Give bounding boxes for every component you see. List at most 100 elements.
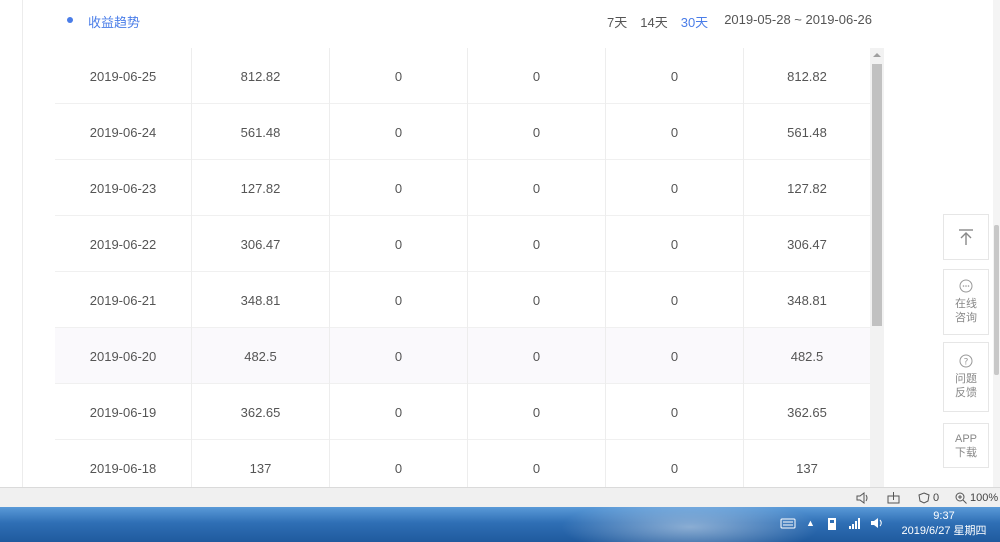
cell-date: 2019-06-19 <box>55 384 192 440</box>
range-14-days[interactable]: 14天 <box>640 12 667 31</box>
table-row: 2019-06-19 362.65 0 0 0 362.65 <box>55 384 870 440</box>
clock-date: 2019/6/27 星期四 <box>901 525 987 537</box>
show-hidden-icons-icon[interactable]: ▲ <box>806 518 815 532</box>
page-scrollbar-thumb[interactable] <box>994 225 999 375</box>
cell-value: 0 <box>606 160 744 216</box>
windows-taskbar: ▲ 9:37 2019/6/27 星期四 <box>0 507 1000 542</box>
zoom-control[interactable]: 100% <box>955 491 998 505</box>
cell-value: 0 <box>468 272 606 328</box>
feedback-label-line2: 反馈 <box>955 387 977 399</box>
table-row: 2019-06-25 812.82 0 0 0 812.82 <box>55 48 870 104</box>
range-selector: 7天 14天 30天 2019-05-28 ~ 2019-06-26 <box>607 12 872 31</box>
cell-value: 0 <box>606 440 744 487</box>
cell-value: 0 <box>606 328 744 384</box>
cell-value: 0 <box>468 48 606 104</box>
keyboard-icon[interactable] <box>780 517 796 531</box>
table-row: 2019-06-18 137 0 0 0 137 <box>55 440 870 487</box>
cell-value: 0 <box>468 216 606 272</box>
app-download-button[interactable]: APP 下载 <box>943 423 989 468</box>
zoom-level: 100% <box>970 492 999 504</box>
chat-label-line1: 在线 <box>955 298 977 310</box>
cell-total: 482.5 <box>790 348 824 364</box>
online-consult-button[interactable]: 在线 咨询 <box>943 269 989 335</box>
table-scrollbar[interactable] <box>870 48 884 487</box>
page-content: 收益趋势 7天 14天 30天 2019-05-28 ~ 2019-06-26 … <box>0 0 1000 487</box>
cell-date: 2019-06-18 <box>55 440 192 487</box>
cell-value: 0 <box>468 160 606 216</box>
adblock-shield-icon <box>918 492 930 504</box>
clock-time: 9:37 <box>933 510 955 522</box>
cell-value: 0 <box>606 48 744 104</box>
trend-header: 收益趋势 7天 14天 30天 2019-05-28 ~ 2019-06-26 <box>55 0 880 42</box>
cell-date: 2019-06-22 <box>55 216 192 272</box>
section-title: 收益趋势 <box>88 15 141 30</box>
cell-value: 127.82 <box>192 160 330 216</box>
cell-value: 0 <box>330 272 468 328</box>
earnings-table: 2019-06-25 812.82 0 0 0 812.82 2019-06-2… <box>55 48 870 487</box>
feedback-button[interactable]: ? 问题 反馈 <box>943 342 989 412</box>
cell-total: 812.82 <box>787 68 827 84</box>
question-circle-icon: ? <box>959 354 973 368</box>
cell-value: 812.82 <box>192 48 330 104</box>
cell-value: 137 <box>192 440 330 487</box>
range-30-days[interactable]: 30天 <box>681 12 708 31</box>
left-divider <box>22 0 23 487</box>
feedback-label-line1: 问题 <box>955 373 977 385</box>
adblock-count: 0 <box>933 492 940 504</box>
date-range-label[interactable]: 2019-05-28 ~ 2019-06-26 <box>724 12 872 31</box>
cell-value: 0 <box>468 440 606 487</box>
cell-value: 0 <box>330 328 468 384</box>
cell-value: 482.5 <box>192 328 330 384</box>
cell-value: 0 <box>606 104 744 160</box>
cell-value: 0 <box>330 440 468 487</box>
cell-value: 0 <box>330 104 468 160</box>
table-row: 2019-06-22 306.47 0 0 0 306.47 <box>55 216 870 272</box>
range-7-days[interactable]: 7天 <box>607 12 627 31</box>
cell-total: 362.65 <box>787 404 827 420</box>
cell-total: 137 <box>796 460 818 476</box>
cell-value: 561.48 <box>192 104 330 160</box>
adblock-counter[interactable]: 0 <box>918 491 939 505</box>
svg-text:?: ? <box>964 358 969 368</box>
back-to-top-button[interactable] <box>943 214 989 260</box>
table-row: 2019-06-23 127.82 0 0 0 127.82 <box>55 160 870 216</box>
cell-value: 0 <box>606 384 744 440</box>
download-icon[interactable] <box>887 491 900 505</box>
cell-date: 2019-06-25 <box>55 48 192 104</box>
scrollbar-thumb[interactable] <box>872 64 882 326</box>
cell-total: 561.48 <box>787 124 827 140</box>
cell-value: 0 <box>330 384 468 440</box>
app-label-line1: APP <box>954 432 977 445</box>
cell-value: 0 <box>468 328 606 384</box>
cell-value: 306.47 <box>192 216 330 272</box>
table-row: 2019-06-21 348.81 0 0 0 348.81 <box>55 272 870 328</box>
volume-icon[interactable] <box>870 517 885 531</box>
chat-label-line2: 咨询 <box>955 312 977 324</box>
system-clock[interactable]: 9:37 2019/6/27 星期四 <box>894 509 994 539</box>
cell-date: 2019-06-23 <box>55 160 192 216</box>
browser-status-bar: 0 100% <box>0 487 1000 507</box>
cell-total: 348.81 <box>787 292 827 308</box>
cell-value: 0 <box>468 384 606 440</box>
cell-date: 2019-06-24 <box>55 104 192 160</box>
zoom-magnifier-icon <box>955 492 967 504</box>
chat-bubble-icon <box>959 279 973 293</box>
cell-total: 127.82 <box>787 180 827 196</box>
cell-value: 348.81 <box>192 272 330 328</box>
table-row: 2019-06-24 561.48 0 0 0 561.48 <box>55 104 870 160</box>
bullet-dot-icon <box>67 17 73 23</box>
arrow-up-to-line-icon <box>959 229 973 245</box>
device-icon[interactable] <box>826 517 838 531</box>
scroll-up-arrow-icon[interactable] <box>870 48 884 62</box>
page-scrollbar[interactable] <box>993 0 1000 487</box>
table-row: 2019-06-20 482.5 0 0 0 482.5 <box>55 328 870 384</box>
cell-date: 2019-06-21 <box>55 272 192 328</box>
speaker-icon[interactable] <box>856 491 870 505</box>
cell-value: 362.65 <box>192 384 330 440</box>
cell-value: 0 <box>330 216 468 272</box>
app-label-line2: 下载 <box>955 446 977 459</box>
cell-value: 0 <box>606 272 744 328</box>
network-signal-icon[interactable] <box>848 517 862 531</box>
cell-date: 2019-06-20 <box>55 328 192 384</box>
cell-value: 0 <box>330 48 468 104</box>
